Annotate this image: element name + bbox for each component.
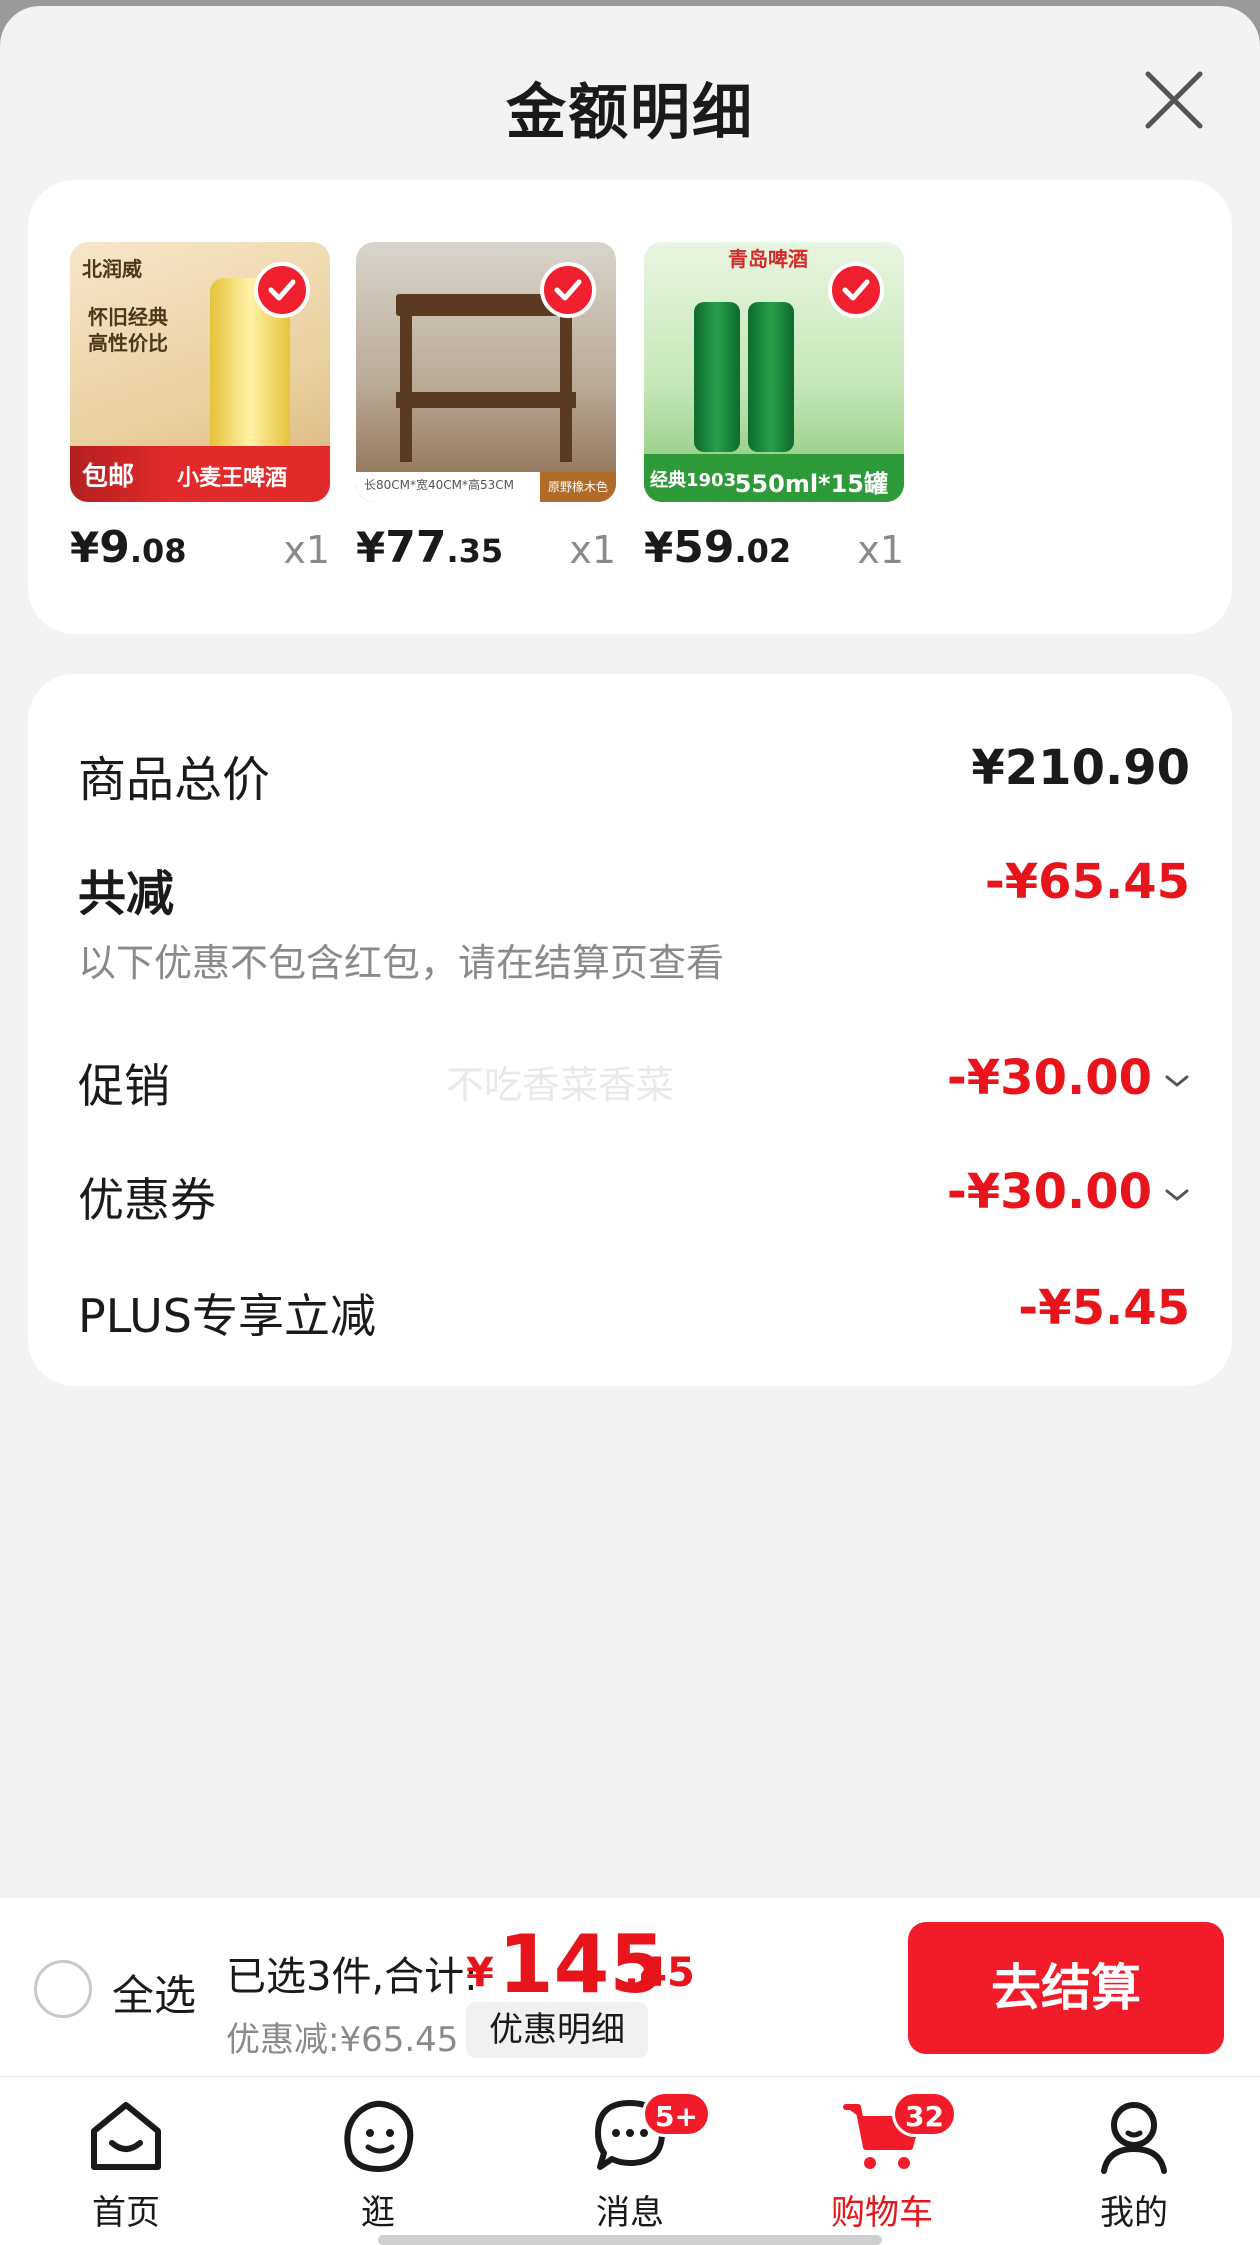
selected-check-icon[interactable] [540,262,596,318]
checkout-button[interactable]: 去结算 [908,1922,1224,2054]
total-amount-dec: .45 [624,1950,695,1996]
price-row: ¥77.35 x1 [356,522,616,582]
bottom-tab-bar: 首页 逛 消息 5+ 购物车 32 我的 [0,2076,1260,2245]
selected-count-text: 已选3件,合计: [226,1954,478,2000]
discount-hint: 以下优惠不包含红包，请在结算页查看 [78,941,725,985]
close-button[interactable] [1140,66,1208,134]
selected-check-icon[interactable] [828,262,884,318]
promo-value: -¥30.00 [946,1050,1152,1106]
thumb-spec: 长80CM*宽40CM*高53CM [364,478,515,492]
product-qty: x1 [857,528,904,572]
coupon-value-wrap[interactable]: -¥30.00 [947,1164,1190,1220]
total-price-label: 商品总价 [78,752,271,808]
thumb-spec-bar: 长80CM*宽40CM*高53CM 原野橡木色 [356,472,616,502]
home-indicator[interactable] [378,2235,882,2245]
coupon-value: -¥30.00 [946,1164,1152,1220]
beer-can-image [748,302,794,452]
thumb-color: 原野橡木色 [539,472,616,502]
product-item[interactable]: 北润威 怀旧经典 高性价比 包邮 小麦王啤酒 ¥9.08 x1 [70,242,330,582]
price-row: ¥9.08 x1 [70,522,330,582]
product-item[interactable]: 长80CM*宽40CM*高53CM 原野橡木色 ¥77.35 x1 [356,242,616,582]
promo-label: 促销 [78,1059,170,1113]
cart-badge: 32 [892,2091,957,2137]
product-qty: x1 [569,528,616,572]
close-icon [1145,71,1203,129]
table-leg [400,312,412,462]
product-price: ¥59.02 [644,522,792,573]
tab-profile[interactable]: 我的 [1054,2093,1214,2234]
free-shipping-tag: 包邮 [82,462,135,492]
tab-home[interactable]: 首页 [46,2093,206,2234]
table-leg [560,312,572,462]
beer-can-image [694,302,740,452]
discount-summary: 优惠减:¥65.45 [226,2020,459,2060]
tab-cart[interactable]: 购物车 32 [802,2091,962,2234]
tab-label: 首页 [92,2193,160,2233]
promo-value-wrap[interactable]: -¥30.00 [947,1050,1190,1106]
coupon-label: 优惠券 [78,1173,216,1227]
amount-detail-sheet: 金额明细 北润威 怀旧经典 高性价比 包邮 小麦王啤酒 ¥9.08 x1 长80… [0,6,1260,2245]
thumb-brand: 北润威 [82,257,142,281]
price-row: ¥59.02 x1 [644,522,904,582]
product-item[interactable]: 青岛啤酒 经典1903 550ml*15罐 ¥59.02 x1 [644,242,904,582]
thumb-banner: 经典1903 550ml*15罐 [644,454,904,502]
table-shelf [396,392,576,408]
product-qty: x1 [283,528,330,572]
thumb-banner-text: 小麦王啤酒 [177,466,288,491]
reduce-label: 共减 [78,866,175,922]
chevron-down-icon [1165,1075,1189,1087]
product-image[interactable]: 北润威 怀旧经典 高性价比 包邮 小麦王啤酒 [70,242,330,502]
reduce-value: -¥65.45 [984,854,1190,910]
thumb-slogan: 高性价比 [88,331,168,355]
tab-browse[interactable]: 逛 [298,2093,458,2234]
thumb-brand: 青岛啤酒 [728,247,808,271]
tab-label: 逛 [361,2193,395,2233]
selected-check-icon[interactable] [254,262,310,318]
thumb-slogan: 怀旧经典 [88,305,168,329]
chevron-down-icon [1165,1189,1189,1201]
thumb-banner: 包邮 小麦王啤酒 [70,446,330,502]
home-icon [91,2102,161,2170]
watermark: 不吃香菜香菜 [446,1063,675,1107]
browse-icon [344,2100,414,2172]
tab-messages[interactable]: 消息 5+ [550,2091,711,2234]
tab-label: 我的 [1100,2193,1168,2233]
product-price: ¥77.35 [356,522,504,573]
plus-label: PLUS专享立减 [78,1289,376,1343]
thumb-banner-text: 550ml*15罐 [734,470,888,498]
product-image[interactable]: 青岛啤酒 经典1903 550ml*15罐 [644,242,904,502]
select-all-radio[interactable] [34,1960,92,2018]
products-card: 北润威 怀旧经典 高性价比 包邮 小麦王啤酒 ¥9.08 x1 长80CM*宽4… [28,180,1232,634]
product-image[interactable]: 长80CM*宽40CM*高53CM 原野橡木色 [356,242,616,502]
thumb-series: 经典1903 [650,470,737,491]
tab-label: 购物车 [831,2193,933,2233]
profile-icon [1101,2102,1167,2174]
product-price: ¥9.08 [70,522,187,573]
checkout-bar: 全选 已选3件,合计: ¥ 145 .45 优惠减:¥65.45 优惠明细 去结… [0,1898,1260,2076]
total-currency: ¥ [466,1950,494,1996]
message-badge: 5+ [642,2091,711,2137]
total-price-value: ¥210.90 [971,740,1190,796]
plus-value: -¥5.45 [1018,1280,1190,1336]
summary-card: 商品总价 ¥210.90 共减 -¥65.45 以下优惠不包含红包，请在结算页查… [28,674,1232,1386]
tab-label: 消息 [596,2193,664,2233]
page-title: 金额明细 [506,78,754,148]
select-all-label[interactable]: 全选 [112,1962,196,2023]
discount-detail-button[interactable]: 优惠明细 [466,2002,648,2058]
